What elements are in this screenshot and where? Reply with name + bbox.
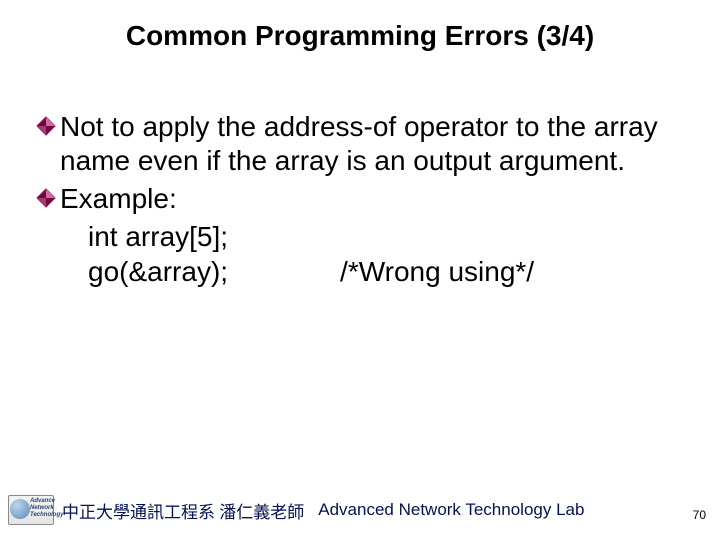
globe-icon [10,499,30,519]
bullet-item: Example: [36,182,684,216]
bullet-item: Not to apply the address-of operator to … [36,110,684,178]
slide-footer: Advance Network Technology 中正大學通訊工程系 潘仁義… [0,490,720,530]
code-call: go(&array); [88,255,228,289]
code-line: go(&array); /*Wrong using*/ [36,255,684,289]
code-comment: /*Wrong using*/ [340,255,534,289]
bullet-text: Not to apply the address-of operator to … [60,110,684,178]
code-line: int array[5]; [88,220,684,254]
lab-logo: Advance Network Technology [8,495,54,525]
page-number: 70 [693,508,706,522]
slide-body: Not to apply the address-of operator to … [36,110,684,289]
footer-cn-text: 中正大學通訊工程系 潘仁義老師 [62,498,304,523]
logo-text: Advance Network Technology [30,498,63,519]
footer-en-text: Advanced Network Technology Lab [318,500,584,520]
slide: Common Programming Errors (3/4) Not to a… [0,0,720,540]
diamond-bullet-icon [36,188,56,208]
slide-title: Common Programming Errors (3/4) [0,20,720,52]
diamond-bullet-icon [36,116,56,136]
bullet-text: Example: [60,182,177,216]
